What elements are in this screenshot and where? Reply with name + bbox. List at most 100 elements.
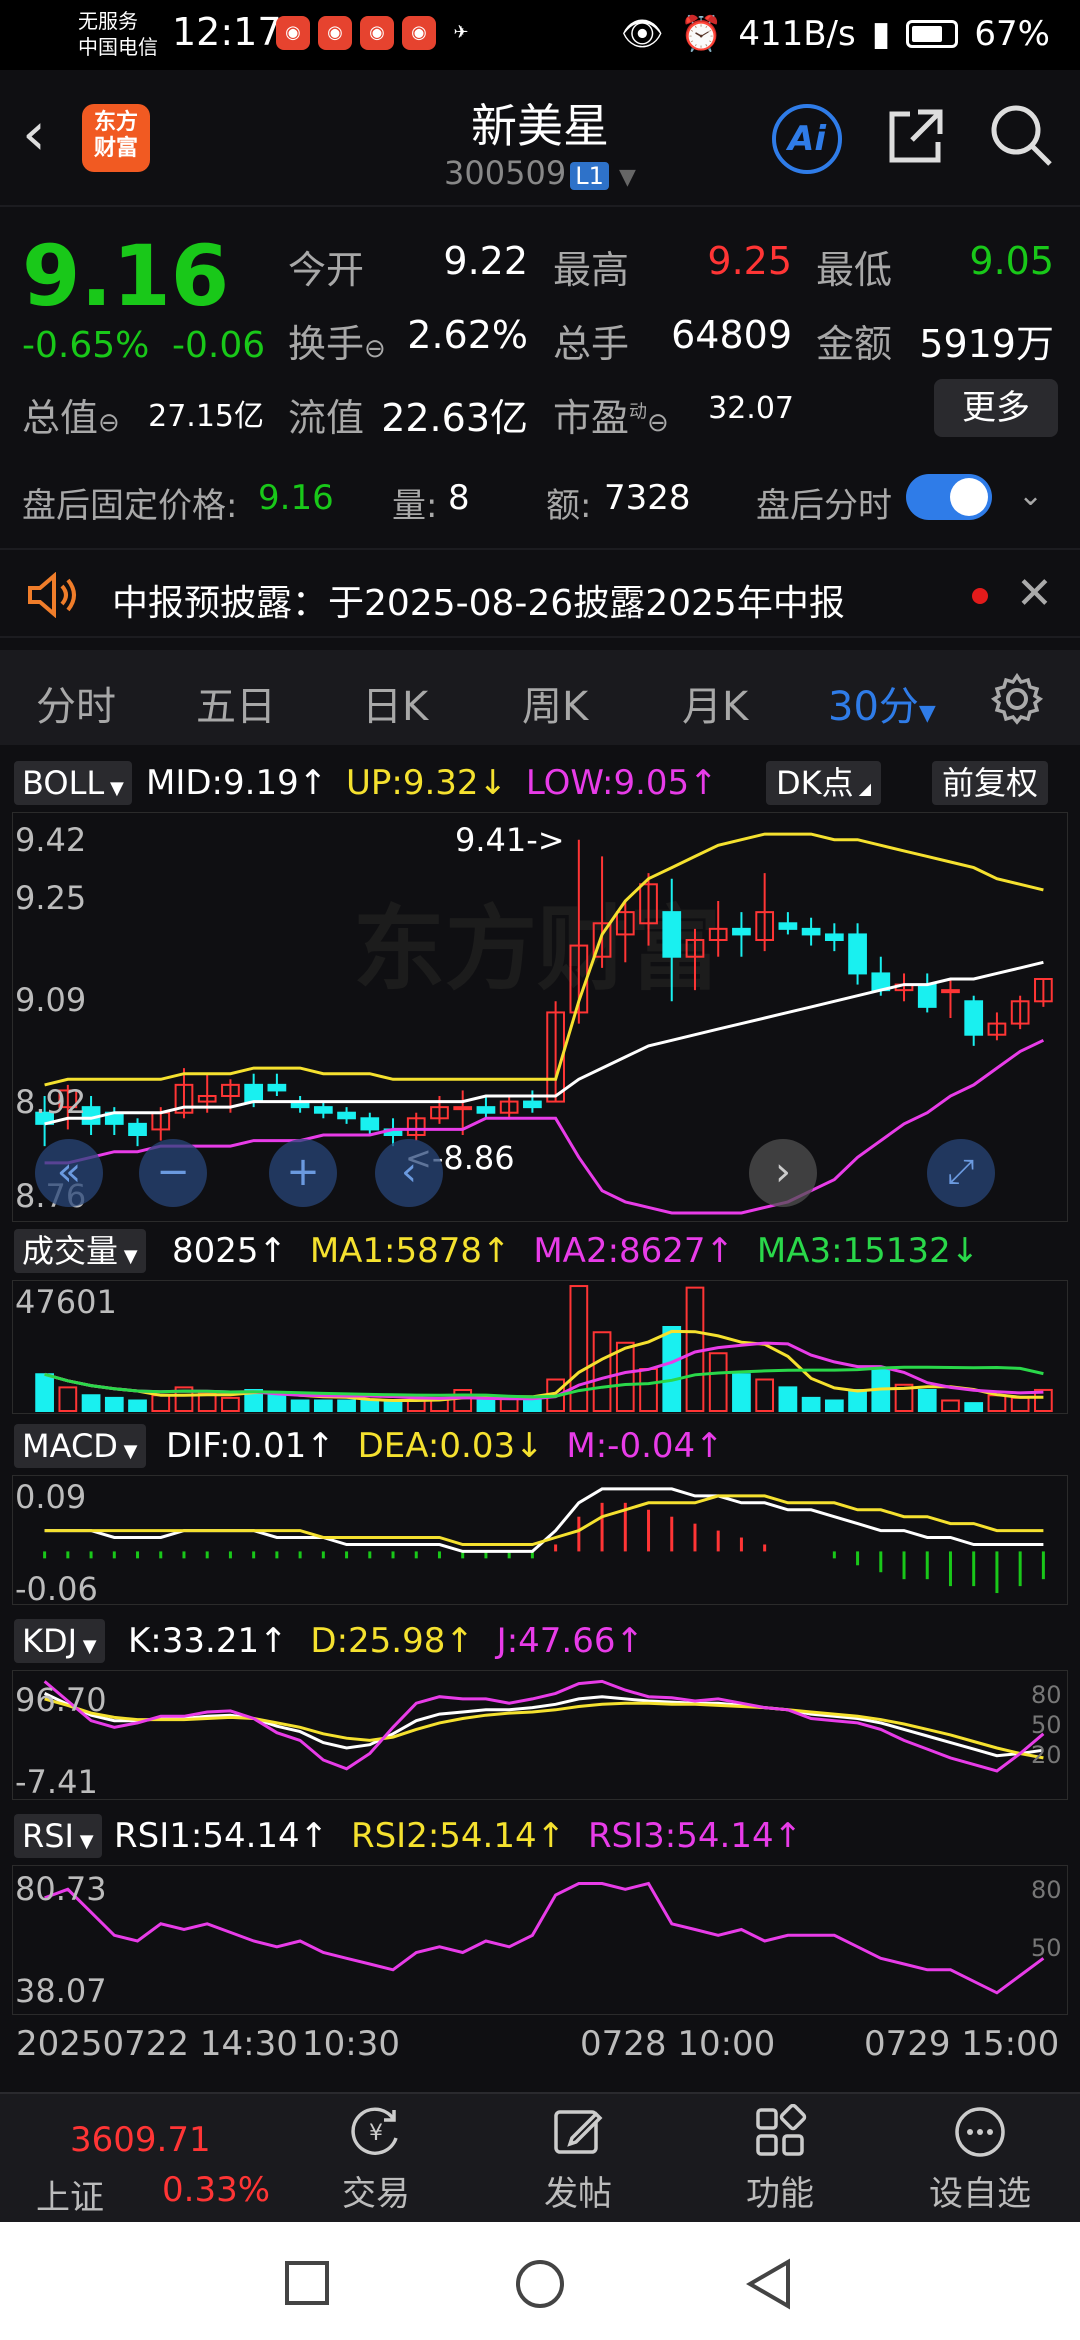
share-icon[interactable] [884, 104, 948, 168]
candle-body [360, 1117, 380, 1131]
rsi2: RSI2:54.14↑ [350, 1816, 566, 1856]
rsi1: RSI1:54.14↑ [114, 1816, 329, 1856]
index-ticker[interactable]: 3609.71 上证 0.33% [0, 2094, 290, 2224]
volume-panel[interactable]: 47601 [12, 1280, 1068, 1414]
more-button[interactable]: 更多 [934, 379, 1058, 437]
after-hours-toggle[interactable] [906, 474, 992, 520]
home-icon[interactable] [514, 2258, 566, 2310]
index-value: 3609.71 [70, 2120, 211, 2160]
scroll-right-button[interactable]: › [749, 1139, 817, 1207]
open-value: 9.22 [443, 239, 528, 283]
fullscreen-button[interactable]: ⤢ [927, 1139, 995, 1207]
kdj-d-line [44, 1697, 1044, 1760]
amount-label: 金额 [816, 322, 893, 366]
macd-m: M:-0.04↑ [566, 1426, 724, 1466]
rsi-line [44, 1881, 1045, 1995]
notification-icons: ◉ ◉ ◉ ◉ ✈ [276, 16, 478, 50]
kdj-y-top: 96.70 [15, 1681, 107, 1719]
volume-bar [964, 1402, 984, 1412]
rsi-panel[interactable]: 80.73 38.07 80 50 [12, 1865, 1068, 2015]
function-button[interactable]: 功能 [700, 2104, 860, 2215]
candle-body [778, 922, 798, 930]
eye-icon: 👁 [620, 14, 664, 54]
kdj-k-line [43, 1692, 1044, 1758]
volume-selector[interactable]: 成交量 ▼ [14, 1229, 146, 1273]
notice-banner[interactable]: 中报预披露：于2025-08-26披露2025年中报 ✕ [0, 548, 1080, 638]
tab-intraday[interactable]: 分时 [36, 674, 116, 732]
tab-weekly-k[interactable]: 周K [522, 674, 588, 732]
trade-button[interactable]: ¥ 交易 [296, 2104, 456, 2215]
battery-level: 67% [974, 14, 1050, 54]
rsi3: RSI3:54.14↑ [587, 1816, 803, 1856]
function-label: 功能 [746, 2174, 814, 2214]
customize-label: 设自选 [929, 2174, 1031, 2214]
candlestick-panel[interactable]: 东方财富 9.42 9.25 9.09 8.92 8.76 9.41-> <-8… [12, 812, 1068, 1222]
ah-price: 9.16 [258, 478, 334, 518]
tab-monthly-k[interactable]: 月K [682, 674, 748, 732]
macd-y-bottom: -0.06 [15, 1570, 98, 1608]
tab-daily-k[interactable]: 日K [362, 674, 428, 732]
volume-bar [523, 1399, 542, 1412]
scroll-left-fast-button[interactable]: « [35, 1139, 103, 1207]
chevron-down-icon[interactable]: ⌄ [1018, 478, 1043, 513]
customize-button[interactable]: 设自选 [900, 2104, 1060, 2215]
post-button[interactable]: 发帖 [498, 2104, 658, 2215]
stock-code: 300509 [444, 154, 567, 192]
candle-body [824, 933, 844, 942]
back-nav-icon[interactable] [746, 2258, 792, 2310]
volume-bar [104, 1396, 124, 1412]
tab-30min[interactable]: 30分▼ [828, 674, 936, 732]
turnover-label: 换手⊖ [288, 322, 386, 366]
dk-point-button[interactable]: DK点 ◢ [766, 761, 882, 805]
zoom-in-button[interactable]: + [269, 1139, 337, 1207]
volume-bar [360, 1399, 380, 1412]
kdj-selector[interactable]: KDJ ▼ [14, 1619, 105, 1663]
candle-body [523, 1100, 542, 1109]
candle-body [453, 1106, 473, 1111]
change-percent: -0.65% [22, 325, 150, 366]
macd-panel[interactable]: 0.09 -0.06 [12, 1475, 1068, 1608]
paper-plane-icon: ✈ [453, 22, 469, 43]
volume-bar [917, 1389, 937, 1412]
ai-icon[interactable]: Ai [772, 104, 842, 174]
y-tick-3: 9.09 [15, 981, 87, 1019]
volume-bar [1010, 1396, 1030, 1412]
status-bar: 无服务 中国电信 12:17 ◉ ◉ ◉ ◉ ✈ 👁 ⏰ 411B/s ▮ 67… [0, 0, 1080, 70]
zoom-out-button[interactable]: − [139, 1139, 207, 1207]
macd-chart [43, 1487, 1045, 1594]
gear-icon[interactable] [990, 672, 1044, 726]
kdj-d: D:25.98↑ [310, 1621, 474, 1661]
carrier: 无服务 中国电信 [78, 8, 158, 60]
rsi-selector[interactable]: RSI ▼ [14, 1814, 102, 1858]
ah-vol: 8 [448, 478, 470, 518]
volume-bar [58, 1386, 78, 1412]
trade-label: 交易 [342, 2174, 410, 2214]
y-tick-2: 9.25 [15, 879, 87, 917]
adjust-button[interactable]: 前复权 [932, 761, 1049, 805]
recents-icon[interactable] [284, 2260, 330, 2306]
volume-bar [662, 1326, 682, 1412]
volume-bar [708, 1352, 728, 1412]
tab-five-day[interactable]: 五日 [196, 674, 276, 732]
close-icon[interactable]: ✕ [1016, 568, 1053, 619]
scroll-left-button[interactable]: ‹ [375, 1139, 443, 1207]
time-axis: 20250722 14:30 10:30 0728 10:00 0729 15:… [0, 2018, 1080, 2072]
candle-body [337, 1111, 356, 1120]
volume-y-max: 47601 [15, 1283, 117, 1321]
boll-selector[interactable]: BOLL ▼ [14, 761, 132, 805]
kdj-k: K:33.21↑ [128, 1621, 288, 1661]
index-percent: 0.33% [162, 2170, 271, 2210]
grid-icon [756, 2104, 807, 2156]
network-speed: 411B/s [738, 14, 856, 54]
max-price-marker: 9.41-> [455, 821, 565, 859]
search-icon[interactable] [988, 102, 1054, 168]
carrier-line1: 无服务 [78, 9, 138, 33]
index-name: 上证 [36, 2178, 104, 2218]
after-hours-row: 盘后固定价格: 9.16 量: 8 额: 7328 盘后分时 ⌄ [0, 460, 1080, 540]
candle-body [941, 989, 960, 994]
kdj-panel[interactable]: 96.70 -7.41 80 50 20 [12, 1670, 1068, 1801]
volume-ma1: MA1:5878↑ [309, 1231, 511, 1271]
macd-selector[interactable]: MACD ▼ [14, 1424, 146, 1468]
boll-mid: MID:9.19↑ [146, 763, 328, 803]
app-notification-icon: ◉ [318, 16, 352, 50]
